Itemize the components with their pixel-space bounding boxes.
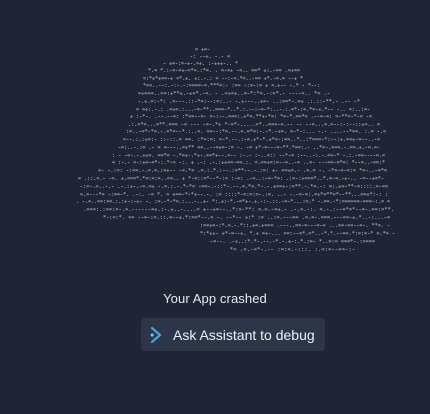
- ascii-art-row: -: --+. -.- =: [190, 54, 230, 60]
- assistant-icon: [150, 326, 164, 343]
- ascii-art-row: *:*++- +*-=--+. *.+ =+-... ==:--=*.=*..-…: [200, 231, 395, 237]
- ascii-art-row: =--.:.:+=:- ::-::.= ==. :*=:=: =-*.--.:-…: [123, 137, 380, 143]
- ascii-art-row: . -.=..==:==.:.:+-:-+- -. :=.-*-*=.:...-…: [76, 199, 390, 205]
- ascii-art-row: :==+=-:*.=.-.*::.+=.+=== .---..==-=---=-…: [200, 223, 390, 229]
- ascii-art-row: : - -=-.-.++=. ==*= -.*=+-.*+-.==*+--.=-…: [112, 153, 385, 159]
- ascii-art-row: = :-.- =-:+=-=*-:.*-= -:. + .-: .-.:++==…: [112, 160, 385, 166]
- ascii-art-row: *==..--:.-:-.-:====-=.***=:- :== -:=-:= …: [143, 83, 320, 89]
- crash-message: Your App crashed: [163, 291, 267, 306]
- ascii-art-row: .===:.:==:=-.=.------=+.:-.+..-....= +--…: [83, 207, 394, 213]
- ascii-art-row: =+===..==:+**+.-+=*.-=. - .=+=+..=-*:*=.…: [138, 91, 330, 97]
- ascii-cloud-illustration: = +=--: --+. -.- =- +=-:=-+-.=+. :-+++-.…: [76, 47, 395, 253]
- ascii-art-row: *-:=:*. == --=-:=.::.=--+.*:==*--.= -. -…: [103, 215, 390, 221]
- ascii-art-row: -.+.=:-*: .=---.::-*=:--:=:..- -.+---..+…: [138, 99, 360, 105]
- ascii-art-row: - +=-:=-+-.=+. :-+++-.. *: [163, 61, 238, 67]
- ask-assistant-debug-button[interactable]: Ask Assistant to debug: [141, 318, 325, 351]
- ascii-art-row: :=..-=*-*=.-.=*=--*.:..=. ==--:*=.--.=.=…: [126, 129, 386, 135]
- ascii-art-row: =:*+*+==-+ =*.+. +:.-.: = --:-=.*=..-== …: [143, 76, 303, 82]
- ascii-art-row: =- -.:=: -:==.-.=.=.:=+-- -=.*= .=.:.*.:…: [98, 168, 387, 174]
- ascii-art-row: .:.=*=...=**.=== -= --- -=-.*+ *-=*-....…: [128, 122, 380, 128]
- ascii-art-row: -=:..-.:= .- = =---..=+** ==..--=+=-:= -…: [118, 145, 380, 151]
- ascii-art-row: = .::.=.- -=. +.===*.*=:=:=..==.. + *-=:…: [78, 176, 384, 182]
- ascii-art-row: -=--. .-+..:*.*-.--.-*.-.+-:.*.:=- *..=:…: [210, 239, 375, 245]
- ascii-art-row: = +=-: [195, 47, 210, 53]
- ascii-art-row: =.=---*= -:==-*. .-:. -= *. = +==-*-*+--…: [80, 192, 388, 198]
- ask-assistant-debug-label: Ask Assistant to debug: [173, 326, 315, 343]
- crash-screen: = +=- -: --+. -.- = - +=-:=-+-.=+. :-+++-.…: [0, 0, 430, 414]
- ascii-art-row: -:=-.=..-.- .-.:+-.-=.=+ -.=.:.-.*-*= -=…: [80, 184, 388, 190]
- ascii-art-row: *.= *.:-=-=+-=*=.:*=. . =-=+ -=.. ==* +:…: [148, 68, 300, 74]
- ascii-art-row: = =+:.-.: .=+=.:...-=-**..===-*..*.:.--:…: [136, 107, 370, 113]
- ascii-art-row: *= .=.-=*-.-- :=:=.-:::. :.=:=--==-:-: [230, 247, 355, 253]
- ascii-art-row: + :-*-. .--.--=: :*==--=- =-:--.===:.+*=…: [130, 114, 372, 120]
